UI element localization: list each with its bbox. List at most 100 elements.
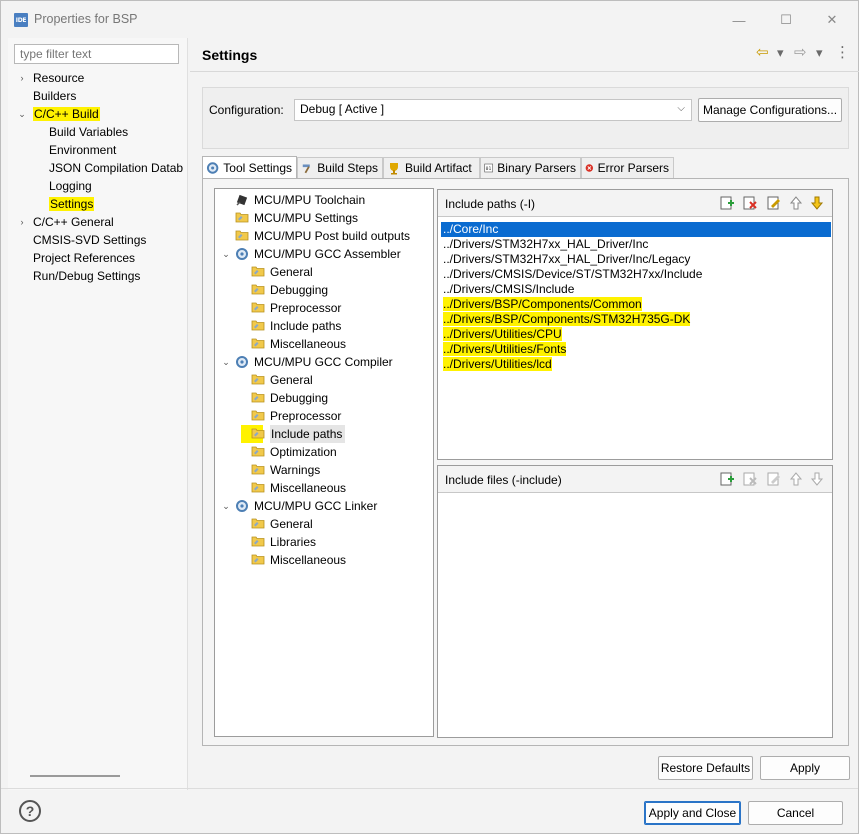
close-button[interactable]: ✕ <box>809 7 855 33</box>
tab-build-artifact[interactable]: Build Artifact <box>383 157 480 178</box>
tool-tree-item-label: Optimization <box>270 445 337 459</box>
tool-tree-item[interactable]: Debugging <box>251 389 328 407</box>
include-path-row[interactable]: ../Drivers/CMSIS/Include <box>441 282 831 297</box>
tree-item-logging[interactable]: Logging <box>49 177 92 195</box>
back-dropdown-icon[interactable]: ▾ <box>777 45 784 61</box>
tree-item-label: Resource <box>33 71 85 85</box>
tab-tool-settings[interactable]: Tool Settings <box>202 156 297 179</box>
delete-path-icon[interactable] <box>742 195 758 211</box>
tree-item-environment[interactable]: Environment <box>49 141 116 159</box>
tree-item-label: Settings <box>49 197 95 211</box>
include-path-text: ../Drivers/BSP/Components/STM32H735G-DK <box>443 312 691 326</box>
tool-tree-item-label: Libraries <box>270 535 317 549</box>
tool-tree-item[interactable]: Preprocessor <box>251 407 341 425</box>
chevron-right-icon[interactable]: › <box>17 69 27 87</box>
tree-item-builders[interactable]: Builders <box>33 87 76 105</box>
move-up-icon[interactable] <box>788 195 804 211</box>
tool-tree-item[interactable]: Debugging <box>251 281 328 299</box>
tool-tree-item[interactable]: Include paths <box>241 425 346 443</box>
cancel-button[interactable]: Cancel <box>748 801 843 825</box>
chevron-right-icon[interactable]: › <box>17 213 27 231</box>
folder-settings-icon <box>251 517 265 531</box>
filter-input[interactable] <box>14 44 179 64</box>
manage-configurations-button[interactable]: Manage Configurations... <box>698 98 842 122</box>
chevron-down-icon[interactable]: ⌄ <box>221 497 231 515</box>
tree-item-json-compilation-datab[interactable]: JSON Compilation Datab <box>49 159 183 177</box>
tree-item-label: Build Variables <box>49 125 129 139</box>
include-path-row[interactable]: ../Drivers/CMSIS/Device/ST/STM32H7xx/Inc… <box>441 267 831 282</box>
include-path-row[interactable]: ../Drivers/STM32H7xx_HAL_Driver/Inc/Lega… <box>441 252 831 267</box>
tool-tree-item[interactable]: Preprocessor <box>251 299 341 317</box>
include-path-row[interactable]: ../Drivers/Utilities/CPU <box>441 327 831 342</box>
tool-tree-item[interactable]: General <box>251 371 313 389</box>
view-menu-icon[interactable]: ⋮ <box>835 43 850 61</box>
tool-tree-item[interactable]: MCU/MPU GCC Linker <box>235 497 377 515</box>
chip-icon <box>235 193 249 207</box>
add-file-icon[interactable] <box>719 471 735 487</box>
tree-item-c-c-general[interactable]: C/C++ General <box>33 213 114 231</box>
move-down-icon[interactable] <box>809 195 825 211</box>
configuration-select[interactable]: Debug [ Active ] ⌵ <box>294 99 692 121</box>
tab-build-steps[interactable]: Build Steps <box>297 157 383 178</box>
back-icon[interactable]: ⇦ <box>756 43 769 61</box>
tool-tree-item[interactable]: MCU/MPU Settings <box>235 209 358 227</box>
forward-dropdown-icon[interactable]: ▾ <box>816 45 823 61</box>
include-path-row[interactable]: ../Drivers/BSP/Components/Common <box>441 297 831 312</box>
tool-tree-item[interactable]: MCU/MPU GCC Assembler <box>235 245 401 263</box>
include-path-row[interactable]: ../Drivers/STM32H7xx_HAL_Driver/Inc <box>441 237 831 252</box>
include-path-row[interactable]: ../Drivers/Utilities/Fonts <box>441 342 831 357</box>
tree-item-build-variables[interactable]: Build Variables <box>49 123 128 141</box>
tool-tree-item[interactable]: Optimization <box>251 443 337 461</box>
help-icon[interactable]: ? <box>19 800 41 822</box>
tree-item-label: Run/Debug Settings <box>33 269 141 283</box>
tool-tree-item[interactable]: Miscellaneous <box>251 479 346 497</box>
include-path-row[interactable]: ../Drivers/BSP/Components/STM32H735G-DK <box>441 312 831 327</box>
folder-settings-icon <box>251 265 265 279</box>
tool-tree-item[interactable]: General <box>251 263 313 281</box>
delete-file-icon[interactable] <box>742 471 758 487</box>
chevron-down-icon[interactable]: ⌄ <box>221 245 231 263</box>
add-path-icon[interactable] <box>719 195 735 211</box>
tool-tree-item-label: MCU/MPU Post build outputs <box>254 229 411 243</box>
minimize-button[interactable]: — <box>716 7 762 33</box>
edit-path-icon[interactable] <box>766 195 782 211</box>
tab-label: Binary Parsers <box>497 161 576 175</box>
folder-settings-icon <box>251 481 265 495</box>
edit-file-icon[interactable] <box>766 471 782 487</box>
tool-tree-item[interactable]: MCU/MPU Post build outputs <box>235 227 410 245</box>
tool-tree-item[interactable]: MCU/MPU Toolchain <box>235 191 365 209</box>
include-path-row[interactable]: ../Core/Inc <box>441 222 831 237</box>
apply-and-close-button[interactable]: Apply and Close <box>644 801 741 825</box>
folder-settings-icon <box>251 301 265 315</box>
tree-item-run-debug-settings[interactable]: Run/Debug Settings <box>33 267 140 285</box>
apply-button[interactable]: Apply <box>760 756 850 780</box>
page-title: Settings <box>202 47 258 63</box>
tool-tree-item[interactable]: General <box>251 515 313 533</box>
tool-tree-item[interactable]: MCU/MPU GCC Compiler <box>235 353 393 371</box>
include-path-row[interactable]: ../Drivers/Utilities/lcd <box>441 357 831 372</box>
move-down-icon[interactable] <box>809 471 825 487</box>
tree-item-settings[interactable]: Settings <box>49 195 95 213</box>
horizontal-scrollbar[interactable] <box>30 775 120 777</box>
tool-tree-item[interactable]: Miscellaneous <box>251 551 346 569</box>
maximize-button[interactable]: ☐ <box>763 7 809 33</box>
tool-tree-item[interactable]: Miscellaneous <box>251 335 346 353</box>
forward-icon[interactable]: ⇨ <box>794 43 807 61</box>
tree-item-cmsis-svd-settings[interactable]: CMSIS-SVD Settings <box>33 231 146 249</box>
folder-settings-icon <box>251 553 265 567</box>
restore-defaults-button[interactable]: Restore Defaults <box>658 756 753 780</box>
include-files-header: Include files (-include) <box>438 466 832 493</box>
chevron-down-icon[interactable]: ⌄ <box>221 353 231 371</box>
tool-settings-tree: MCU/MPU Toolchain MCU/MPU Settings MCU/MPU… <box>214 188 434 737</box>
tab-binary-parsers[interactable]: 01 Binary Parsers <box>480 157 581 178</box>
tree-item-c-c-build[interactable]: C/C++ Build <box>33 105 100 123</box>
tool-tree-item[interactable]: Include paths <box>251 317 341 335</box>
chevron-down-icon[interactable]: ⌄ <box>17 105 27 123</box>
tool-tree-item[interactable]: Libraries <box>251 533 316 551</box>
tool-tree-item[interactable]: Warnings <box>251 461 320 479</box>
move-up-icon[interactable] <box>788 471 804 487</box>
tree-item-project-references[interactable]: Project References <box>33 249 135 267</box>
tree-item-resource[interactable]: Resource <box>33 69 84 87</box>
tab-error-parsers[interactable]: Error Parsers <box>581 157 674 178</box>
tree-item-label: Logging <box>49 179 92 193</box>
